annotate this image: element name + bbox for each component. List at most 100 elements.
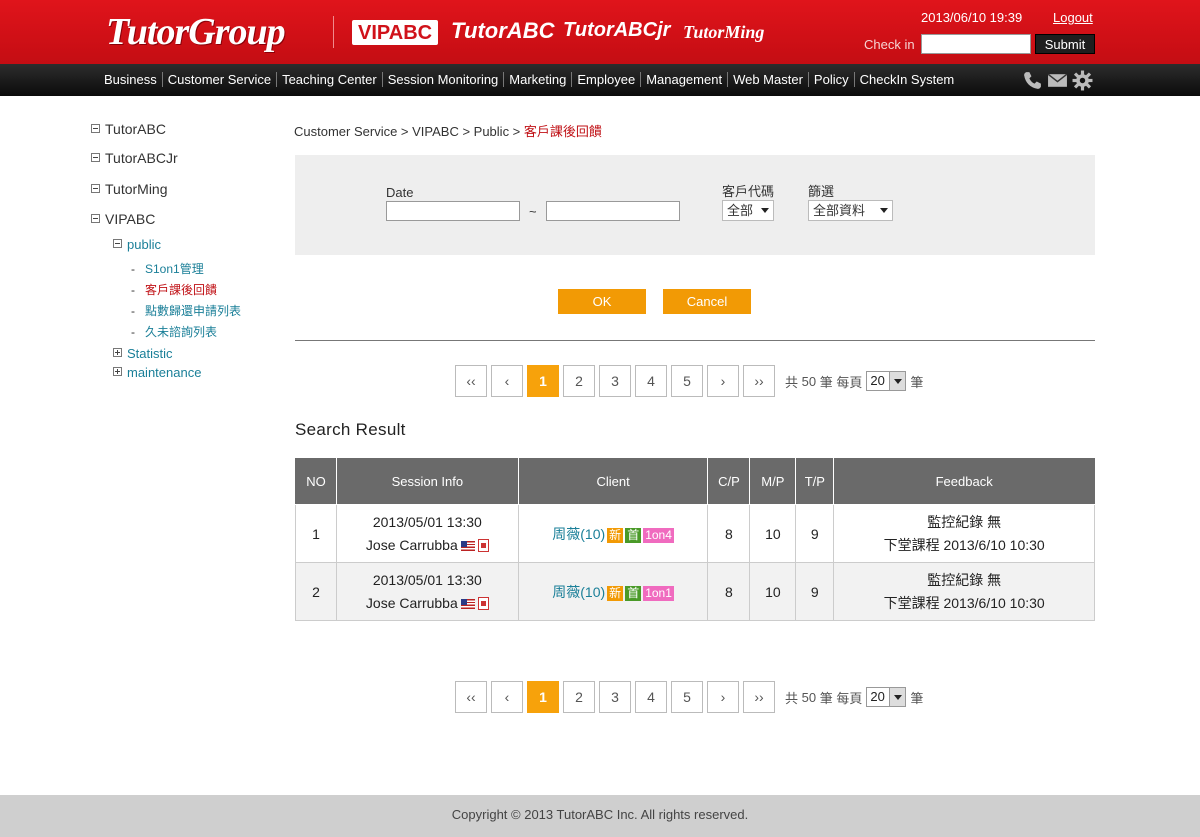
pager-page-5[interactable]: 5	[671, 681, 703, 713]
client-name-link[interactable]: 周薇(10)	[552, 526, 605, 542]
tree-dash: -	[131, 304, 135, 318]
nav-session-monitoring[interactable]: Session Monitoring	[381, 72, 504, 87]
footer: Copyright © 2013 TutorABC Inc. All right…	[0, 795, 1200, 837]
copyright-text: Copyright © 2013 TutorABC Inc. All right…	[451, 807, 749, 822]
cell-client: 周薇(10) 新首 1on1	[517, 562, 709, 621]
consultant-name[interactable]: Jose Carrubba	[366, 537, 458, 553]
document-icon[interactable]	[477, 538, 489, 552]
pager-page-3[interactable]: 3	[599, 365, 631, 397]
brand-tutorabcjr-logo[interactable]: TutorABCjr	[563, 19, 670, 42]
feedback-monitor: 監控紀錄 無	[927, 571, 1002, 588]
client-code-select[interactable]: 全部	[722, 200, 774, 221]
cancel-button[interactable]: Cancel	[663, 289, 751, 314]
pager-prev-button[interactable]: ‹	[491, 365, 523, 397]
pager-page-2[interactable]: 2	[563, 365, 595, 397]
nav-customer-service[interactable]: Customer Service	[161, 72, 276, 87]
tree-label: 久未諮詢列表	[145, 325, 218, 339]
pager-page-4[interactable]: 4	[635, 365, 667, 397]
document-icon[interactable]	[477, 596, 489, 610]
col-feedback: Feedback	[833, 458, 1095, 505]
us-flag-icon	[460, 540, 475, 551]
brand-tutorabc-logo[interactable]: TutorABC	[451, 18, 554, 44]
pager-next-button[interactable]: ›	[707, 365, 739, 397]
brand-tutorming-logo[interactable]: TutorMing	[683, 22, 764, 43]
checkin-input[interactable]	[921, 34, 1031, 54]
date-range-tilde: ~	[529, 204, 537, 219]
consultant-name[interactable]: Jose Carrubba	[366, 595, 458, 611]
brand-vipabc-logo[interactable]: VIPABC	[352, 20, 439, 45]
date-from-input[interactable]	[386, 201, 520, 221]
pager-page-2[interactable]: 2	[563, 681, 595, 713]
chevron-down-icon	[880, 208, 888, 213]
tree-dash: -	[131, 283, 135, 297]
date-label: Date	[386, 185, 414, 200]
nav-web-master[interactable]: Web Master	[727, 72, 808, 87]
nav-marketing[interactable]: Marketing	[503, 72, 571, 87]
pager-first-button[interactable]: ‹‹	[455, 681, 487, 713]
table-row: 2 2013/05/01 13:30 Jose Carrubba 周薇(10) 新…	[295, 562, 1095, 621]
tree-label: 點數歸還申請列表	[145, 304, 242, 318]
pager-first-button[interactable]: ‹‹	[455, 365, 487, 397]
pager-top: ‹‹ ‹ 1 2 3 4 5 › ›› 共 50 筆 每頁 20 筆	[455, 365, 923, 397]
pager-page-4[interactable]: 4	[635, 681, 667, 713]
pager-page-1[interactable]: 1	[527, 681, 559, 713]
tree-label: 客戶課後回饋	[145, 283, 218, 297]
table-header-row: NO Session Info Client C/P M/P T/P Feedb…	[295, 458, 1095, 505]
mail-icon[interactable]	[1047, 70, 1068, 91]
tree-inactive-list[interactable]: - 久未諮詢列表	[131, 323, 217, 340]
nav-employee[interactable]: Employee	[571, 72, 640, 87]
cell-session-info: 2013/05/01 13:30 Jose Carrubba	[335, 504, 519, 563]
breadcrumb-path[interactable]: Customer Service > VIPABC > Public >	[294, 124, 524, 139]
select-value: 全部資料	[813, 203, 866, 218]
pager-page-5[interactable]: 5	[671, 365, 703, 397]
total-count: 50	[801, 373, 817, 389]
col-tp: T/P	[795, 458, 835, 505]
tree-maintenance[interactable]: maintenance	[113, 365, 201, 380]
nav-policy[interactable]: Policy	[807, 72, 854, 87]
total-unit: 筆	[819, 690, 833, 706]
tree-point-return[interactable]: - 點數歸還申請列表	[131, 302, 241, 319]
pager-prev-button[interactable]: ‹	[491, 681, 523, 713]
nav-teaching-center[interactable]: Teaching Center	[276, 72, 382, 87]
tutorgroup-logo[interactable]: TutorGroup	[106, 10, 286, 54]
per-page-select[interactable]: 20	[866, 687, 907, 707]
nav-business[interactable]: Business	[104, 72, 162, 87]
tree-tutorabcjr[interactable]: TutorABCJr	[91, 150, 178, 166]
filter-select[interactable]: 全部資料	[808, 200, 893, 221]
checkin-submit-button[interactable]: Submit	[1035, 34, 1095, 54]
pager-next-button[interactable]: ›	[707, 681, 739, 713]
client-name-link[interactable]: 周薇(10)	[552, 584, 605, 600]
results-table: NO Session Info Client C/P M/P T/P Feedb…	[295, 458, 1095, 621]
logout-link[interactable]: Logout	[1053, 10, 1093, 25]
tree-vipabc[interactable]: VIPABC	[91, 211, 155, 227]
ok-button[interactable]: OK	[558, 289, 646, 314]
pager-info: 共 50 筆 每頁 20 筆	[785, 687, 923, 707]
cell-cp: 8	[707, 504, 751, 563]
tree-label: VIPABC	[105, 211, 156, 227]
tree-label: TutorABC	[105, 121, 166, 137]
tree-feedback-active[interactable]: - 客戶課後回饋	[131, 281, 217, 298]
cell-feedback: 監控紀錄 無 下堂課程 2013/6/10 10:30	[833, 504, 1095, 563]
tree-tutorming[interactable]: TutorMing	[91, 181, 168, 197]
collapse-icon	[91, 214, 100, 223]
chevron-down-icon	[889, 372, 906, 390]
session-type-badge: 1on1	[643, 585, 674, 601]
nav-checkin-system[interactable]: CheckIn System	[853, 72, 960, 87]
nav-management[interactable]: Management	[640, 72, 727, 87]
chevron-down-icon	[889, 688, 906, 706]
per-page-select[interactable]: 20	[866, 371, 907, 391]
date-to-input[interactable]	[546, 201, 680, 221]
tree-statistic[interactable]: Statistic	[113, 346, 173, 361]
col-no: NO	[295, 458, 337, 505]
gear-icon[interactable]	[1072, 70, 1093, 91]
pager-last-button[interactable]: ››	[743, 365, 775, 397]
first-badge: 首	[625, 585, 642, 601]
tree-dash: -	[131, 262, 135, 276]
tree-public[interactable]: public	[113, 237, 161, 252]
tree-tutorabc[interactable]: TutorABC	[91, 121, 166, 137]
pager-last-button[interactable]: ››	[743, 681, 775, 713]
tree-s1on1[interactable]: - S1on1管理	[131, 260, 204, 277]
pager-page-1[interactable]: 1	[527, 365, 559, 397]
pager-page-3[interactable]: 3	[599, 681, 631, 713]
phone-icon[interactable]	[1022, 70, 1043, 91]
